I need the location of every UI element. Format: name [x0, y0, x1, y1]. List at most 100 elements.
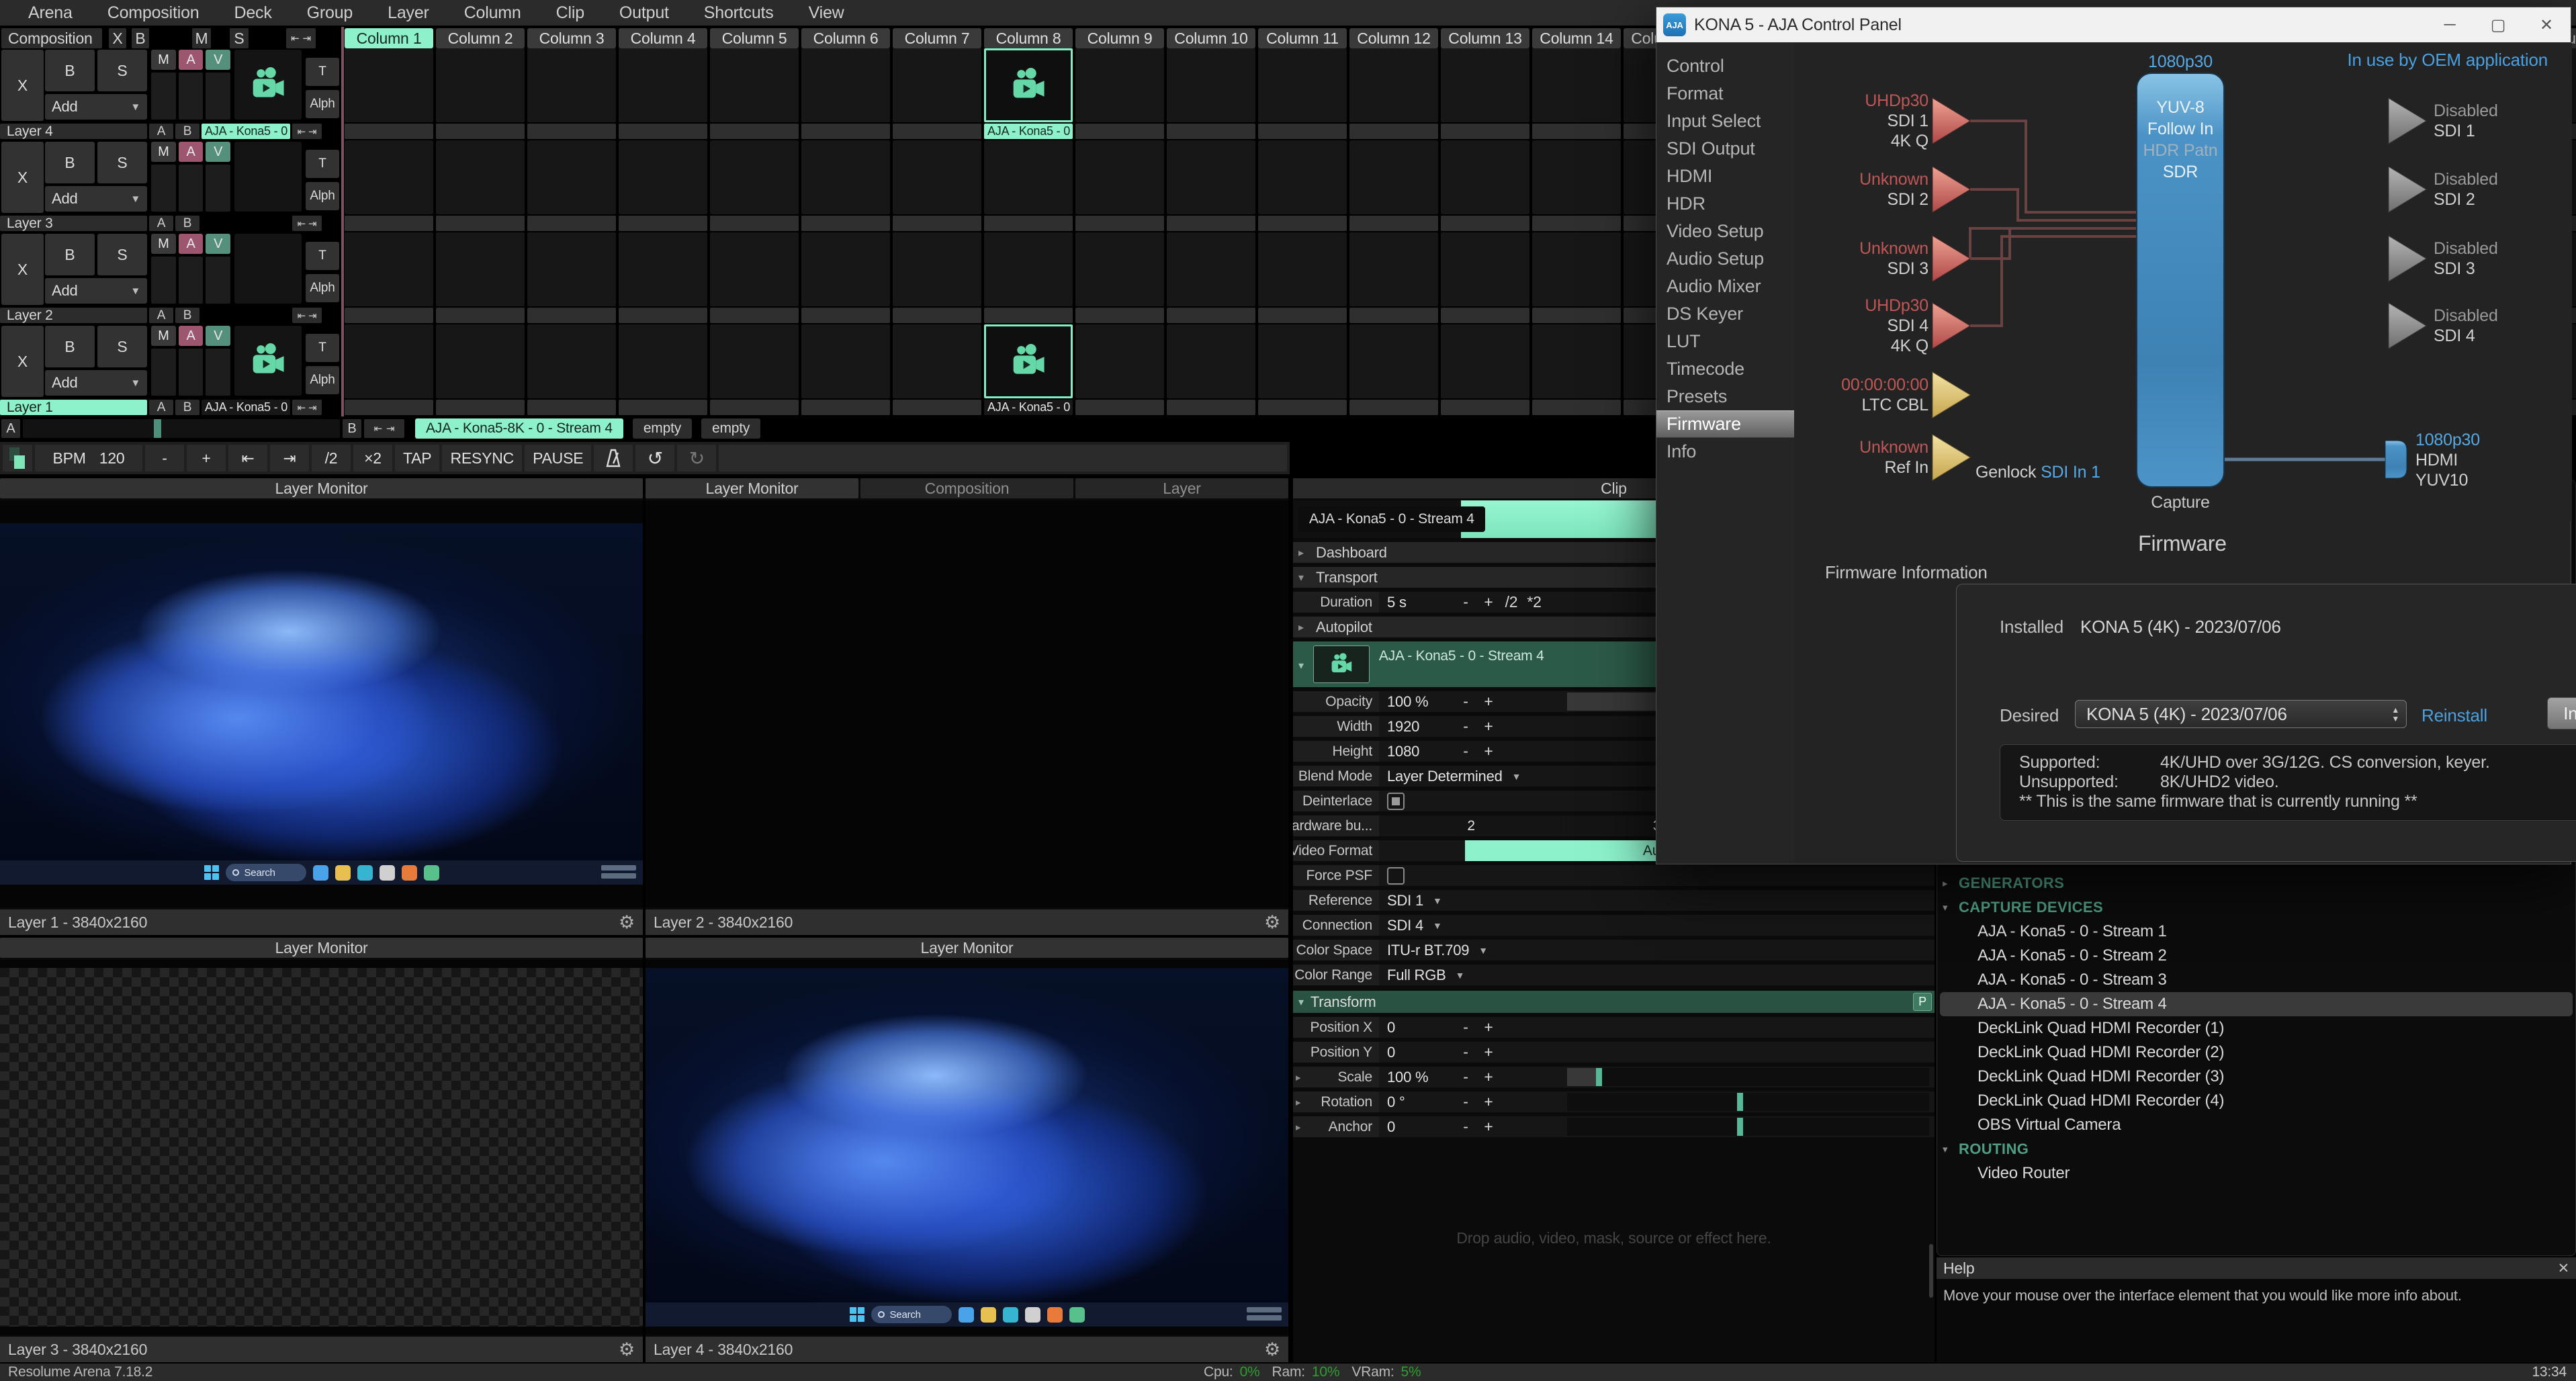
property-checkbox[interactable]: [1387, 867, 1405, 885]
clip-slot-label[interactable]: [345, 124, 433, 139]
gear-icon[interactable]: ⚙: [1264, 912, 1280, 933]
clip-slot-label[interactable]: [619, 124, 707, 139]
clip-slot-label[interactable]: [1349, 308, 1438, 323]
bpm-value[interactable]: 120: [99, 449, 125, 467]
layer-active-clip-thumbnail[interactable]: [234, 50, 302, 120]
layer-clip-name[interactable]: AJA - Kona5 - 0 - St...: [202, 124, 290, 139]
next-column-icon[interactable]: ⇥: [303, 32, 311, 44]
layer-bypass-button[interactable]: B: [45, 50, 95, 91]
layer-bypass-button[interactable]: B: [45, 234, 95, 275]
layer-name[interactable]: Layer 3: [0, 216, 147, 231]
property-value[interactable]: 100 %: [1379, 693, 1454, 711]
clip-slot-label[interactable]: [1075, 216, 1164, 231]
increment-button[interactable]: +: [1477, 717, 1500, 736]
column-header[interactable]: Column 12: [1349, 28, 1438, 48]
clip-slot[interactable]: [436, 324, 525, 398]
clip-slot[interactable]: [801, 140, 890, 214]
source-group-header[interactable]: ▸GENERATORS: [1937, 871, 2575, 895]
layer-video-toggle[interactable]: V: [206, 234, 230, 254]
clip-slot[interactable]: [345, 140, 433, 214]
source-group-header[interactable]: ▾CAPTURE DEVICES: [1937, 895, 2575, 920]
aja-menu-firmware[interactable]: Firmware: [1656, 410, 1794, 438]
clip-slot[interactable]: [619, 324, 707, 398]
column-header[interactable]: Column 8: [984, 28, 1073, 48]
clip-slot[interactable]: [893, 48, 981, 122]
transport-button-[interactable]: ⇤: [228, 445, 267, 472]
menu-item-column[interactable]: Column: [448, 0, 537, 26]
aja-menu-control[interactable]: Control: [1656, 52, 1794, 80]
duration-minus-button[interactable]: -: [1454, 593, 1477, 611]
transform-value[interactable]: 0 °: [1379, 1094, 1454, 1111]
decrement-button[interactable]: -: [1454, 1118, 1477, 1136]
layer-active-clip-thumbnail[interactable]: [234, 234, 302, 304]
minimize-icon[interactable]: ─: [2426, 15, 2474, 35]
clip-slot[interactable]: [345, 232, 433, 306]
layer-deck-a-button[interactable]: A: [149, 124, 173, 139]
duration-double-button[interactable]: *2: [1523, 593, 1546, 611]
layer-deck-a-button[interactable]: A: [149, 400, 173, 415]
menu-item-deck[interactable]: Deck: [218, 0, 287, 26]
clip-slot[interactable]: [1258, 48, 1347, 122]
sdi2-input-arrow-icon[interactable]: [1933, 167, 1970, 212]
layer-solo-button[interactable]: S: [97, 234, 147, 275]
clip-slot-label[interactable]: [619, 308, 707, 323]
transform-slider[interactable]: [1567, 1118, 1929, 1136]
sdi2-output-arrow-icon[interactable]: [2389, 167, 2426, 212]
clip-slot[interactable]: [1258, 232, 1347, 306]
clip-slot-label[interactable]: [527, 308, 616, 323]
property-dropdown[interactable]: Layer Determined▼: [1379, 768, 1521, 785]
clip-slot[interactable]: [1532, 140, 1621, 214]
decrement-button[interactable]: -: [1454, 1043, 1477, 1061]
aja-menu-hdmi[interactable]: HDMI: [1656, 163, 1794, 190]
clip-slot[interactable]: [984, 232, 1073, 306]
transport-button-[interactable]: ⇥: [270, 445, 309, 472]
clip-slot-label[interactable]: [1167, 400, 1255, 415]
monitor-tab[interactable]: Layer Monitor: [646, 938, 1288, 958]
next-clip-icon[interactable]: ⇥: [308, 310, 316, 322]
ref-input-arrow-icon[interactable]: [1933, 435, 1970, 480]
decrement-button[interactable]: -: [1454, 693, 1477, 711]
clip-slot[interactable]: [1441, 140, 1529, 214]
layer-master-toggle[interactable]: M: [151, 142, 176, 162]
menu-item-composition[interactable]: Composition: [91, 0, 216, 26]
deck-next-icon[interactable]: ⇥: [386, 422, 394, 435]
clip-slot[interactable]: [436, 48, 525, 122]
layer-master-toggle[interactable]: M: [151, 234, 176, 254]
clip-slot-label[interactable]: [345, 308, 433, 323]
column-header[interactable]: Column 13: [1441, 28, 1529, 48]
clip-slot[interactable]: [1167, 140, 1255, 214]
clip-slot-label[interactable]: [1532, 124, 1621, 139]
clip-slot[interactable]: [1349, 48, 1438, 122]
layer-prev-next[interactable]: ⇤⇥: [292, 308, 322, 323]
clip-slot[interactable]: [619, 48, 707, 122]
clip-slot[interactable]: [1075, 324, 1164, 398]
column-header[interactable]: Column 14: [1532, 28, 1621, 48]
increment-button[interactable]: +: [1477, 1093, 1500, 1111]
layer-alpha-button[interactable]: Alph: [306, 90, 339, 118]
clip-slot-label[interactable]: [801, 308, 890, 323]
clip-slot-label[interactable]: [1349, 124, 1438, 139]
layer-blend-dropdown[interactable]: Add▼: [45, 370, 147, 396]
composition-bypass-button[interactable]: B: [132, 28, 149, 48]
slider-handle[interactable]: [1737, 1118, 1743, 1136]
aja-menu-lut[interactable]: LUT: [1656, 328, 1794, 355]
property-value[interactable]: 1920: [1379, 718, 1454, 736]
crossfader-handle[interactable]: [154, 419, 161, 438]
clip-slot[interactable]: [619, 140, 707, 214]
layer-blend-dropdown[interactable]: Add▼: [45, 186, 147, 212]
gear-icon[interactable]: ⚙: [1264, 1339, 1280, 1360]
layer-bypass-button[interactable]: B: [45, 142, 95, 183]
source-item[interactable]: AJA - Kona5 - 0 - Stream 1: [1940, 920, 2573, 944]
layer-transition-button[interactable]: T: [306, 58, 339, 86]
transform-value[interactable]: 0: [1379, 1019, 1454, 1036]
clip-slot[interactable]: [984, 48, 1073, 122]
decrement-button[interactable]: -: [1454, 717, 1477, 736]
clip-slot-label[interactable]: [527, 216, 616, 231]
metronome-button[interactable]: [594, 445, 633, 472]
clip-slot[interactable]: [1532, 324, 1621, 398]
layer-active-clip-thumbnail[interactable]: [234, 326, 302, 396]
transform-slider[interactable]: [1567, 1068, 1929, 1086]
layer-solo-button[interactable]: S: [97, 50, 147, 91]
clip-slot[interactable]: [893, 232, 981, 306]
clip-slot-label[interactable]: [801, 216, 890, 231]
